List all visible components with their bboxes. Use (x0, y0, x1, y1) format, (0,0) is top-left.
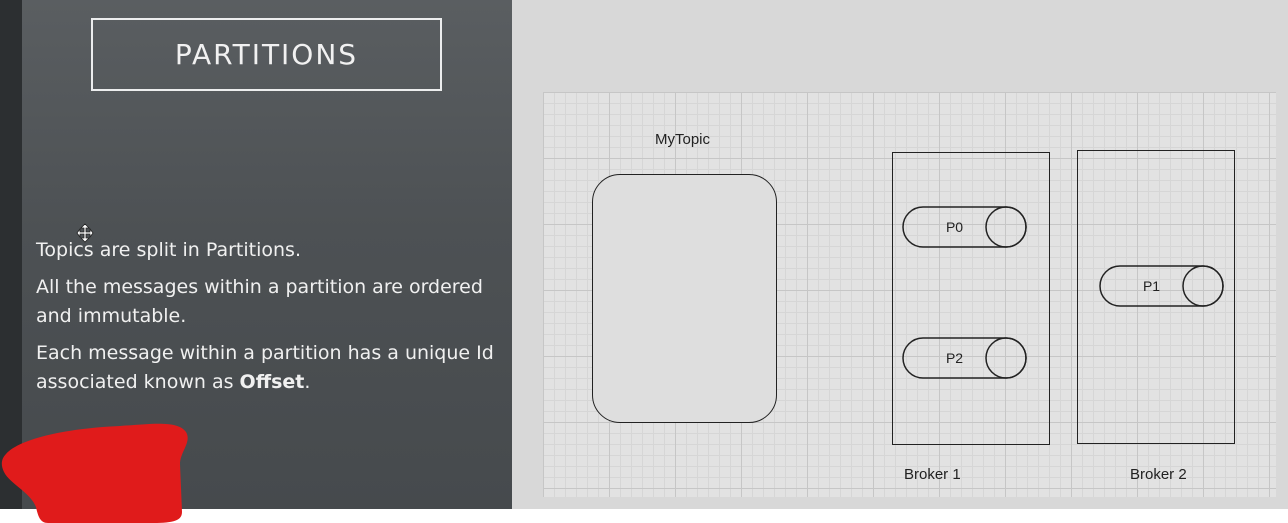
topic-box (592, 174, 777, 423)
bullet-3: Each message within a partition has a un… (36, 339, 506, 397)
partition-p0: P0 (902, 206, 1027, 248)
bullet-3-bold: Offset (239, 371, 305, 393)
slide-bullets: Topics are split in Partitions. All the … (36, 236, 506, 405)
topic-label: MyTopic (655, 131, 711, 148)
bullet-1: Topics are split in Partitions. (36, 239, 301, 261)
partition-label: P2 (945, 350, 964, 366)
partition-label: P1 (1142, 278, 1161, 294)
partition-p1: P1 (1099, 265, 1224, 307)
bullet-2: All the messages within a partition are … (36, 276, 483, 327)
partition-p2: P2 (902, 337, 1027, 379)
slide-title: PARTITIONS (174, 38, 359, 71)
broker-1-label: Broker 1 (904, 466, 961, 483)
partition-label: P0 (945, 219, 964, 235)
move-cursor-icon (76, 223, 94, 243)
bullet-3-end: . (304, 371, 311, 393)
redaction-mark (1, 423, 188, 523)
broker-1-box (892, 152, 1050, 445)
video-frame: PARTITIONS Topics are split in Partition… (0, 0, 1288, 509)
broker-2-label: Broker 2 (1130, 466, 1187, 483)
slide-title-box: PARTITIONS (91, 18, 442, 91)
